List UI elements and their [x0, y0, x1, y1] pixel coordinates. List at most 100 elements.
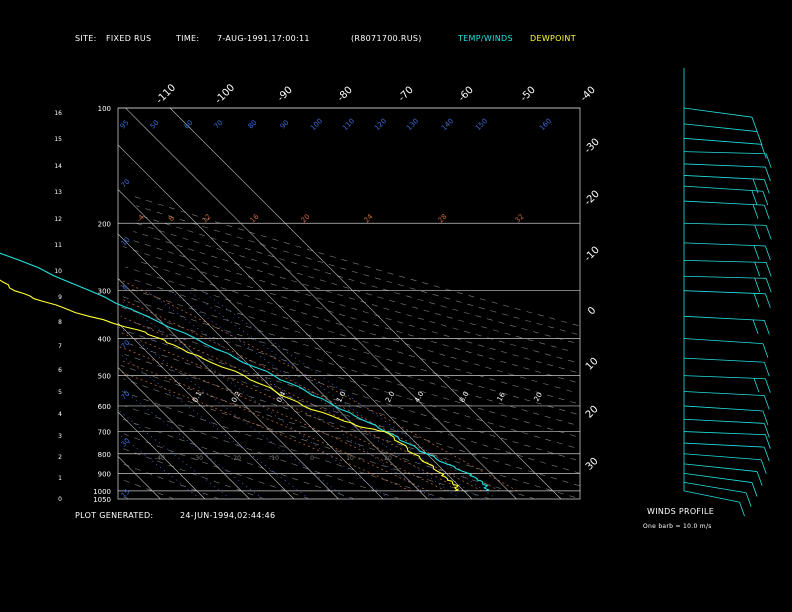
wind-barb-shaft — [683, 338, 763, 344]
isotherms — [117, 107, 562, 500]
wind-barb-feather — [754, 224, 761, 240]
right-temperature-label: 20 — [584, 404, 601, 421]
height-tick-label: 6 — [58, 367, 62, 374]
wind-barb-feather — [765, 378, 771, 393]
wind-barb-feather — [763, 395, 770, 410]
pressure-tick-label: 700 — [98, 429, 111, 437]
height-tick-label: 2 — [58, 454, 62, 461]
wind-barb-feather — [765, 262, 772, 277]
dry-adiabat-line — [122, 463, 220, 500]
isotherm-line — [169, 107, 562, 500]
top-row-label: 120 — [373, 117, 388, 132]
top-row-label: 140 — [440, 117, 455, 132]
pressure-tick-label: 900 — [98, 470, 111, 478]
wind-barb-shaft — [683, 259, 767, 263]
left-column-label: 70 — [120, 178, 132, 190]
wind-barb-shaft — [683, 275, 767, 279]
winds-profile — [683, 68, 772, 517]
wind-barb-shaft — [683, 107, 753, 118]
height-tick-label: 16 — [54, 110, 62, 117]
barb-note: One barb = 10.0 m/s — [643, 523, 712, 530]
wind-barb-feather — [753, 293, 760, 308]
height-tick-label: 7 — [58, 343, 62, 350]
wind-barb-feather — [751, 117, 758, 132]
wind-barb-feather — [751, 482, 758, 497]
right-temperature-label: 30 — [584, 456, 601, 473]
height-tick-label: 0 — [58, 496, 62, 503]
wind-barb-shaft — [683, 175, 765, 180]
wind-barb-feather — [756, 471, 763, 486]
moist-adiabat-line — [119, 359, 429, 492]
pressure-tick-label: 500 — [98, 373, 111, 381]
dry-adiabat-label: 0 — [310, 455, 314, 462]
mixing-ratio-label: 16 — [496, 391, 508, 403]
generated-label: PLOT GENERATED: — [75, 511, 154, 520]
dry-adiabat-line — [120, 295, 576, 437]
sounding-series — [0, 252, 490, 492]
wind-barb-shaft — [683, 463, 758, 472]
top-row-label: 150 — [474, 117, 489, 132]
wind-barb-feather — [762, 410, 769, 426]
left-column-label: 70 — [120, 339, 132, 351]
wind-barb-shaft — [683, 375, 766, 380]
wind-barb-shaft — [683, 151, 767, 155]
top-temperature-label: -50 — [519, 85, 538, 104]
top-temperature-label: -110 — [154, 82, 178, 106]
site-label: SITE: — [75, 34, 97, 43]
wind-barb-shaft — [683, 185, 763, 192]
moist-adiabat-line — [119, 346, 447, 492]
height-tick-label: 9 — [58, 294, 62, 301]
wind-barb-feather — [765, 166, 771, 182]
moist-adiabat-label: 32 — [514, 213, 526, 225]
dry-adiabat-label: -20 — [231, 455, 241, 462]
pressure-tick-label: 100 — [98, 105, 111, 113]
wind-barb-feather — [760, 144, 767, 159]
dry-adiabat-line — [136, 205, 578, 335]
wind-barb-shaft — [683, 442, 765, 448]
height-tick-label: 4 — [58, 411, 62, 418]
wind-barb-feather — [765, 153, 772, 168]
wind-barb-shaft — [683, 418, 765, 424]
wind-barb-feather — [745, 492, 752, 507]
moist-adiabat-line — [120, 315, 482, 492]
left-column-label: 30 — [120, 437, 132, 449]
wind-barb-feather — [753, 378, 760, 393]
height-tick-label: 11 — [54, 242, 62, 249]
dry-adiabat-line — [123, 378, 491, 500]
temp-winds-legend: TEMP/WINDS — [458, 34, 513, 43]
top-temperature-label: -40 — [579, 85, 598, 104]
moist-adiabat-label: -4 — [135, 213, 146, 224]
top-row-label: 160 — [538, 117, 553, 132]
wind-barb-shaft — [683, 123, 758, 132]
wind-barb-shaft — [683, 315, 765, 321]
mixing-ratio-line — [120, 354, 310, 500]
dry-adiabat-line — [128, 238, 577, 373]
isotherm-line — [117, 144, 473, 500]
wind-barb-feather — [763, 320, 770, 335]
wind-barb-feather — [751, 190, 758, 205]
dry-adiabat-line — [136, 223, 569, 351]
height-tick-label: 5 — [58, 389, 62, 396]
wind-barb-feather — [763, 447, 770, 462]
pressure-tick-label: 800 — [98, 451, 111, 459]
wind-barb-feather — [763, 179, 770, 194]
top-temperature-label: -80 — [336, 85, 355, 104]
wind-barb-shaft — [683, 431, 766, 436]
wind-barb-shaft — [683, 481, 747, 494]
site-value: FIXED RUS — [106, 34, 152, 43]
pressure-tick-label: 1000 — [93, 488, 111, 496]
wind-barb-shaft — [683, 405, 763, 412]
axis-labels: 1002003004005006007008009001000105001234… — [54, 82, 602, 504]
dry-adiabat-line — [125, 266, 577, 404]
moist-adiabat-line — [119, 278, 518, 492]
wind-barb-shaft — [683, 200, 765, 206]
file-name: (R8071700.RUS) — [351, 34, 422, 43]
top-row-label: 70 — [213, 119, 225, 131]
wind-barb-feather — [765, 278, 772, 293]
left-column-label: 15 — [120, 488, 132, 500]
wind-barb-feather — [765, 434, 771, 449]
mixing-ratio-label: 8.0 — [458, 390, 470, 404]
wind-barb-feather — [752, 319, 759, 334]
top-row-label: 80 — [247, 119, 259, 131]
mixing-ratio-label: 1.0 — [335, 390, 347, 404]
